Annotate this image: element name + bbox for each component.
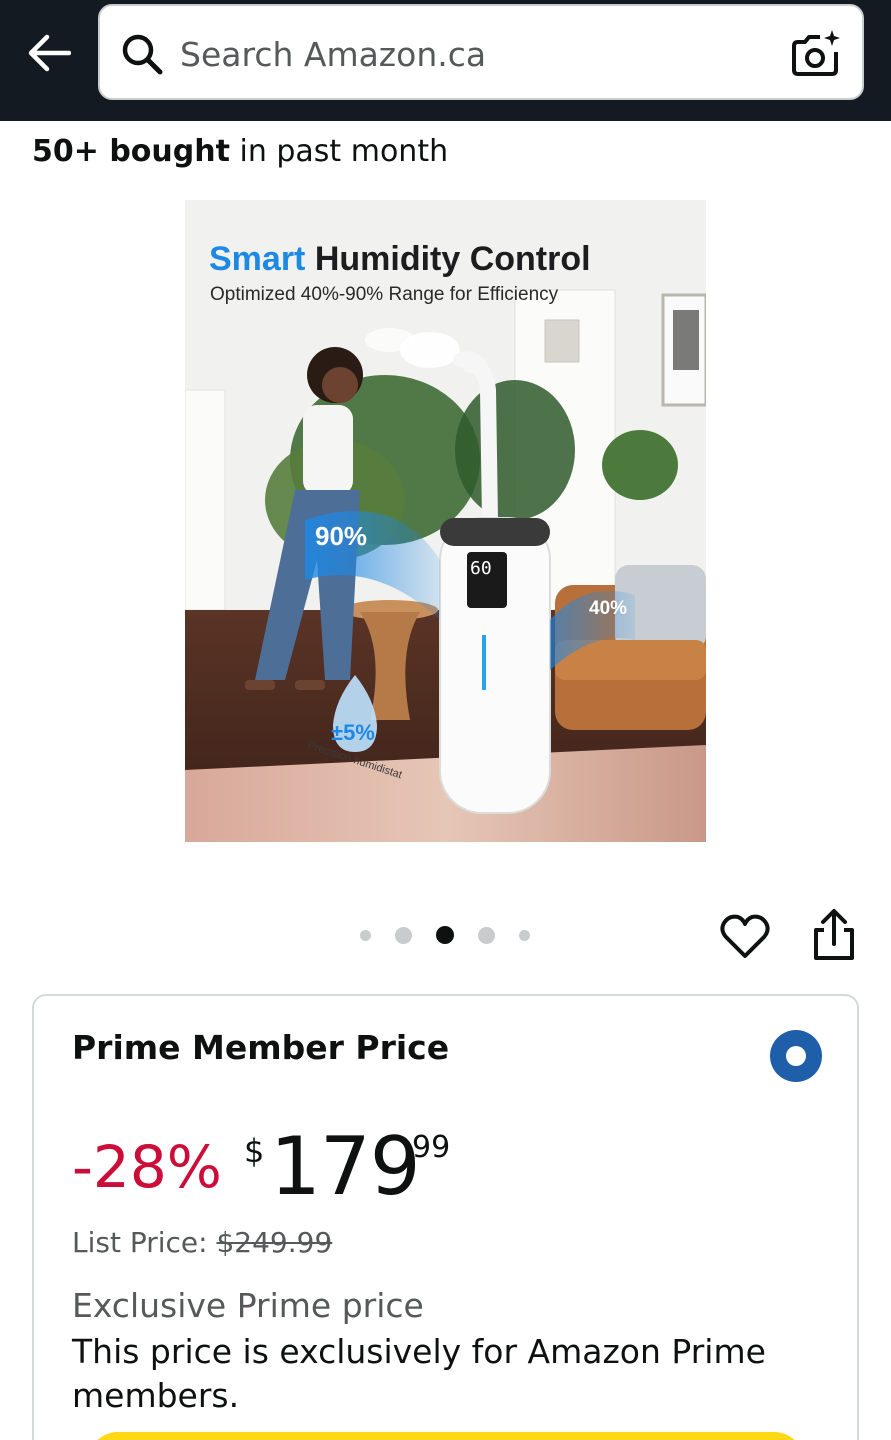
svg-text:Smart Humidity Control: Smart Humidity Control <box>209 240 591 278</box>
add-to-cart-button[interactable] <box>88 1432 804 1440</box>
card-title: Prime Member Price <box>72 1028 450 1067</box>
list-price-label: List Price: <box>72 1226 217 1259</box>
carousel-dot-5[interactable] <box>519 929 530 941</box>
back-button[interactable] <box>22 30 74 76</box>
arrow-left-icon <box>28 34 71 72</box>
discount-percentage: -28% <box>72 1133 222 1201</box>
precision-value: ±5% <box>331 720 375 745</box>
product-image[interactable]: Smart Humidity Control Optimized 40%-90%… <box>185 200 706 842</box>
image-headline-rest: Humidity Control <box>305 240 590 278</box>
image-subhead: Optimized 40%-90% Range for Efficiency <box>210 284 559 305</box>
bought-count: 50+ bought <box>32 134 230 169</box>
exclusive-price-description: This price is exclusively for Amazon Pri… <box>72 1332 766 1415</box>
prime-price-option-card[interactable]: Prime Member Price -28% $ 179 99 List Pr… <box>32 994 859 1440</box>
carousel-dot-1[interactable] <box>360 929 371 941</box>
product-photo-illustration: Smart Humidity Control Optimized 40%-90%… <box>185 200 706 842</box>
device-display-value: 60 <box>470 558 492 579</box>
prime-price-radio[interactable] <box>770 1030 822 1082</box>
search-icon[interactable] <box>120 32 164 76</box>
image-carousel-dots[interactable] <box>360 920 530 950</box>
top-nav-bar <box>0 0 891 121</box>
heart-icon[interactable] <box>718 910 772 964</box>
badge-low-humidity: 40% <box>589 598 627 619</box>
exclusive-price-title: Exclusive Prime price <box>72 1286 424 1325</box>
price-fraction: 99 <box>412 1130 451 1165</box>
image-headline-accent: Smart <box>209 240 305 278</box>
share-icon[interactable] <box>808 908 860 964</box>
search-bar[interactable] <box>98 4 864 100</box>
bought-suffix: in past month <box>229 134 449 169</box>
list-price: List Price: $249.99 <box>72 1226 332 1259</box>
search-input[interactable] <box>180 24 760 84</box>
carousel-dot-2[interactable] <box>395 926 412 944</box>
carousel-dot-4[interactable] <box>478 926 495 944</box>
camera-search-icon[interactable] <box>790 28 842 80</box>
list-price-value: $249.99 <box>216 1226 333 1259</box>
bought-in-past-month: 50+ bought in past month <box>32 134 448 169</box>
price-currency-symbol: $ <box>244 1132 265 1170</box>
price-whole: 179 <box>270 1120 421 1213</box>
radio-selected-indicator <box>786 1046 806 1066</box>
badge-high-humidity: 90% <box>315 521 367 551</box>
carousel-dot-3-active[interactable] <box>436 926 454 944</box>
